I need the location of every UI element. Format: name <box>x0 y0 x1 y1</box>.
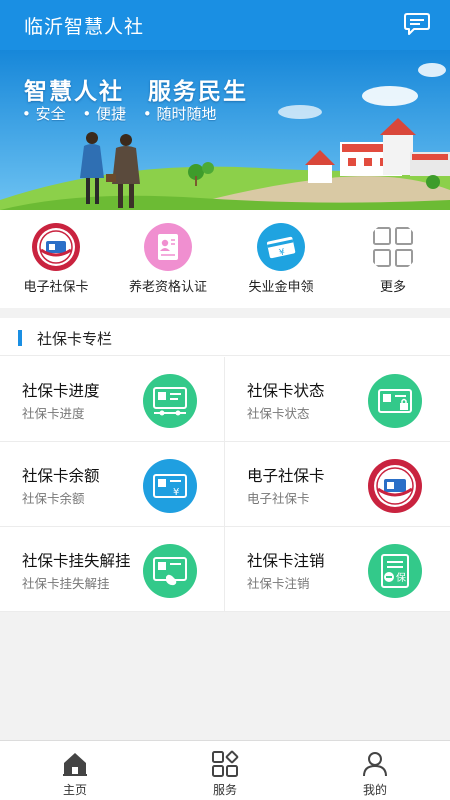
quick-entry-label: 养老资格认证 <box>128 280 207 295</box>
banner-slogan-right: 服务民生 <box>148 79 248 105</box>
card-balance-icon: ¥ <box>143 459 197 513</box>
quick-entry-label: 更多 <box>379 280 406 295</box>
service-title: 社保卡挂失解挂 <box>22 552 131 570</box>
service-title: 社保卡余额 <box>22 467 100 485</box>
profile-icon <box>363 752 387 777</box>
svg-text:保: 保 <box>396 571 406 584</box>
service-title: 电子社保卡 <box>247 467 325 485</box>
promo-banner[interactable]: 智慧人社服务民生 安全 便捷 随时随地 <box>0 50 450 210</box>
tab-services[interactable]: 服务 <box>150 741 300 800</box>
service-title: 社保卡进度 <box>22 382 100 400</box>
service-card-report-loss[interactable]: 社保卡挂失解挂 社保卡挂失解挂 <box>0 527 225 612</box>
service-subtitle: 社保卡挂失解挂 <box>22 576 110 591</box>
banner-feature: 随时随地 <box>143 105 217 123</box>
app-title: 临沂智慧人社 <box>24 16 145 38</box>
banner-features: 安全 便捷 随时随地 <box>22 103 228 124</box>
quick-entry-unemployment[interactable]: ¥ 失业金申领 <box>225 210 337 308</box>
social-security-card-icon <box>32 223 80 271</box>
banner-slogan-left: 智慧人社 <box>24 79 124 105</box>
banner-slogan: 智慧人社 服务民生 <box>24 72 248 106</box>
service-title: 社保卡注销 <box>247 552 325 570</box>
yuan-card-icon: ¥ <box>257 223 305 271</box>
card-section: 社保卡专栏 社保卡进度 社保卡进度 社保卡状态 社保卡状态 社保卡余额 社保卡余… <box>0 318 450 612</box>
section-header: 社保卡专栏 <box>0 318 450 356</box>
services-grid-icon <box>212 750 239 777</box>
service-subtitle: 社保卡进度 <box>22 406 85 421</box>
service-card-balance[interactable]: 社保卡余额 社保卡余额 ¥ <box>0 442 225 527</box>
tab-home[interactable]: 主页 <box>0 741 150 800</box>
bottom-tab-bar: 主页 服务 我的 <box>0 740 450 800</box>
service-subtitle: 电子社保卡 <box>247 491 310 506</box>
card-report-loss-icon <box>143 544 197 598</box>
quick-entry-more[interactable]: 更多 <box>337 210 449 308</box>
grid-more-icon <box>373 227 413 267</box>
tab-label: 服务 <box>212 783 237 797</box>
card-progress-icon <box>143 374 197 428</box>
service-card-progress[interactable]: 社保卡进度 社保卡进度 <box>0 357 225 442</box>
quick-entry-label: 电子社保卡 <box>23 280 89 295</box>
service-subtitle: 社保卡注销 <box>247 576 310 591</box>
quick-entry-bar: 电子社保卡 养老资格认证 ¥ 失业金申领 更多 <box>0 210 450 308</box>
id-document-icon <box>144 223 192 271</box>
card-cancel-icon: 保 <box>368 544 422 598</box>
social-security-card-icon <box>368 459 422 513</box>
service-title: 社保卡状态 <box>247 382 325 400</box>
svg-text:¥: ¥ <box>173 487 179 498</box>
home-icon <box>63 753 87 776</box>
service-e-card[interactable]: 电子社保卡 电子社保卡 <box>225 442 450 527</box>
section-title: 社保卡专栏 <box>37 330 113 348</box>
section-accent-bar <box>18 330 22 346</box>
service-subtitle: 社保卡状态 <box>247 406 310 421</box>
tab-profile[interactable]: 我的 <box>300 741 450 800</box>
service-subtitle: 社保卡余额 <box>22 491 85 506</box>
tab-label: 我的 <box>362 783 387 797</box>
card-status-icon <box>368 374 422 428</box>
app-header: 临沂智慧人社 <box>0 0 450 50</box>
quick-entry-label: 失业金申领 <box>248 280 314 295</box>
service-card-status[interactable]: 社保卡状态 社保卡状态 <box>225 357 450 442</box>
quick-entry-pension-cert[interactable]: 养老资格认证 <box>112 210 224 308</box>
tab-label: 主页 <box>62 783 87 797</box>
banner-feature: 便捷 <box>82 105 126 123</box>
quick-entry-e-card[interactable]: 电子社保卡 <box>0 210 112 308</box>
service-card-cancel[interactable]: 社保卡注销 社保卡注销 保 <box>225 527 450 612</box>
chat-bubble-icon[interactable] <box>404 12 430 36</box>
banner-feature: 安全 <box>22 105 66 123</box>
